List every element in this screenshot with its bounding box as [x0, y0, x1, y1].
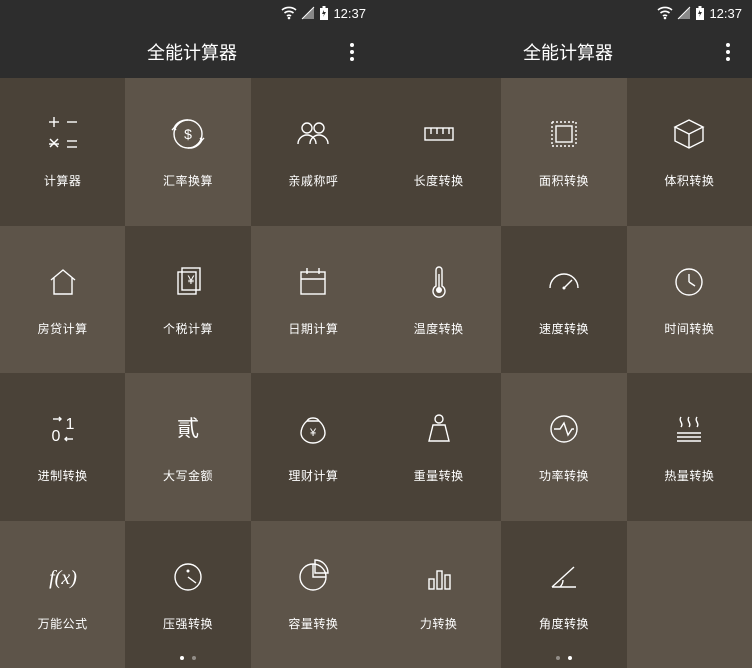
battery-icon — [319, 6, 329, 21]
tile-formula[interactable]: 万能公式 — [0, 521, 125, 668]
tile-label: 体积转换 — [664, 172, 714, 189]
speed-icon — [544, 262, 584, 302]
tile-capital[interactable]: 大写金额 — [125, 373, 250, 521]
page-dot — [180, 656, 184, 660]
page-dot — [568, 656, 572, 660]
wifi-icon — [281, 6, 297, 20]
tile-time[interactable]: 时间转换 — [627, 226, 752, 374]
tile-grid: 长度转换 面积转换 体积转换温度转换 速度转换 时间转换重量转换 功率转换 热量转换力转换 角… — [376, 78, 752, 668]
tile-currency[interactable]: 汇率换算 — [125, 78, 250, 226]
overflow-menu-button[interactable] — [336, 36, 368, 68]
tile-area[interactable]: 面积转换 — [501, 78, 626, 226]
tile-date[interactable]: 日期计算 — [251, 226, 376, 374]
status-bar: 12:37 — [376, 0, 752, 26]
tile-label: 功率转换 — [539, 467, 589, 484]
status-time: 12:37 — [333, 6, 366, 21]
tile-label: 计算器 — [44, 172, 82, 189]
wifi-icon — [657, 6, 673, 20]
moneybag-icon — [293, 409, 333, 449]
weight-icon — [419, 409, 459, 449]
tile-label: 重量转换 — [414, 467, 464, 484]
more-vert-icon — [350, 43, 354, 61]
tile-pressure[interactable]: 压强转换 — [125, 521, 250, 668]
tile-temp[interactable]: 温度转换 — [376, 226, 501, 374]
tile-calculator[interactable]: 计算器 — [0, 78, 125, 226]
page-dot — [556, 656, 560, 660]
tile-label: 速度转换 — [539, 320, 589, 337]
tile-tax[interactable]: 个税计算 — [125, 226, 250, 374]
tile-speed[interactable]: 速度转换 — [501, 226, 626, 374]
tile-kinship[interactable]: 亲戚称呼 — [251, 78, 376, 226]
tile-volume-cap[interactable]: 容量转换 — [251, 521, 376, 668]
tile-force[interactable]: 力转换 — [376, 521, 501, 668]
tile-power[interactable]: 功率转换 — [501, 373, 626, 521]
heat-icon — [669, 409, 709, 449]
tile-label: 汇率换算 — [163, 172, 213, 189]
calendar-icon — [293, 262, 333, 302]
currency-icon — [168, 114, 208, 154]
app-title: 全能计算器 — [48, 39, 336, 65]
people-icon — [293, 114, 333, 154]
status-time: 12:37 — [709, 6, 742, 21]
signal-icon — [677, 6, 691, 20]
phone-screen-2: 12:37 全能计算器 长度转换 面积转换 体积转换温度转换 速度转换 时间转换重量转换… — [376, 0, 752, 668]
radix-icon — [43, 409, 83, 449]
clock-icon — [669, 262, 709, 302]
status-bar: 12:37 — [0, 0, 376, 26]
app-bar: 全能计算器 — [376, 26, 752, 78]
tile-finance[interactable]: 理财计算 — [251, 373, 376, 521]
pie-icon — [293, 557, 333, 597]
page-indicator — [376, 656, 752, 660]
tile-volume[interactable]: 体积转换 — [627, 78, 752, 226]
signal-icon — [301, 6, 315, 20]
tile-label: 时间转换 — [664, 320, 714, 337]
power-icon — [544, 409, 584, 449]
more-vert-icon — [726, 43, 730, 61]
tile-label: 压强转换 — [163, 615, 213, 632]
cube-icon — [669, 114, 709, 154]
tile-label: 力转换 — [420, 615, 458, 632]
overflow-menu-button[interactable] — [712, 36, 744, 68]
tile-label: 日期计算 — [288, 320, 338, 337]
angle-icon — [544, 557, 584, 597]
thermo-icon — [419, 262, 459, 302]
tile-label: 温度转换 — [414, 320, 464, 337]
tile-label: 进制转换 — [38, 467, 88, 484]
tile-label: 长度转换 — [414, 172, 464, 189]
tile-label: 角度转换 — [539, 615, 589, 632]
tile-grid: 计算器 汇率换算 亲戚称呼房贷计算 个税计算 日期计算进制转换 大写金额 理财计算万能公式 压… — [0, 78, 376, 668]
tile-label: 房贷计算 — [38, 320, 88, 337]
capital-icon — [168, 409, 208, 449]
app-bar: 全能计算器 — [0, 26, 376, 78]
tile-label: 热量转换 — [664, 467, 714, 484]
tile-label: 亲戚称呼 — [288, 172, 338, 189]
tile-mortgage[interactable]: 房贷计算 — [0, 226, 125, 374]
tax-icon — [168, 262, 208, 302]
tile-angle[interactable]: 角度转换 — [501, 521, 626, 668]
tile-label: 容量转换 — [288, 615, 338, 632]
phone-screen-1: 12:37 全能计算器 计算器 汇率换算 亲戚称呼房贷计算 个税计算 日期计算进制转换 大… — [0, 0, 376, 668]
tile-label: 理财计算 — [288, 467, 338, 484]
page-dot — [192, 656, 196, 660]
tile-_blank — [627, 521, 752, 668]
tile-length[interactable]: 长度转换 — [376, 78, 501, 226]
force-icon — [419, 557, 459, 597]
house-icon — [43, 262, 83, 302]
tile-label: 大写金额 — [163, 467, 213, 484]
tile-label: 个税计算 — [163, 320, 213, 337]
area-icon — [544, 114, 584, 154]
tile-radix[interactable]: 进制转换 — [0, 373, 125, 521]
tile-weight[interactable]: 重量转换 — [376, 373, 501, 521]
battery-icon — [695, 6, 705, 21]
page-indicator — [0, 656, 376, 660]
tile-label: 万能公式 — [38, 615, 88, 632]
gauge-icon — [168, 557, 208, 597]
app-title: 全能计算器 — [424, 39, 712, 65]
tile-label: 面积转换 — [539, 172, 589, 189]
ruler-icon — [419, 114, 459, 154]
fx-icon — [43, 557, 83, 597]
tile-heat[interactable]: 热量转换 — [627, 373, 752, 521]
calc-icon — [43, 114, 83, 154]
